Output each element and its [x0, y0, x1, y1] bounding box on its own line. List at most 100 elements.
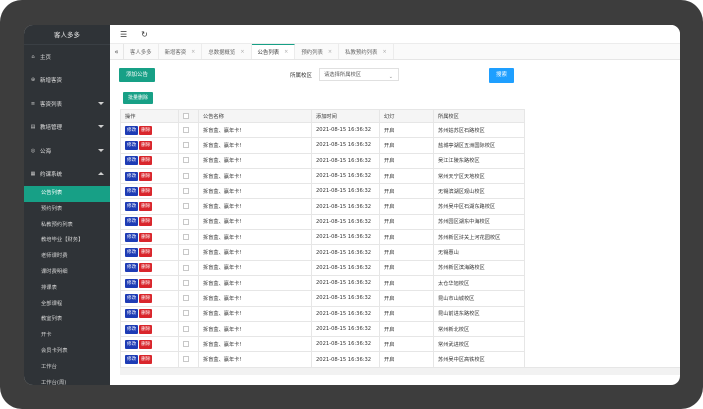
row-select[interactable]: [178, 305, 199, 322]
sidebar-item-5[interactable]: ▦ 约课系统: [24, 163, 110, 187]
row-checkbox[interactable]: [183, 233, 189, 240]
edit-button[interactable]: 修改: [125, 140, 139, 150]
edit-button[interactable]: 修改: [125, 248, 139, 258]
edit-button[interactable]: 修改: [125, 202, 139, 212]
row-select[interactable]: [178, 167, 199, 185]
edit-button[interactable]: 修改: [125, 324, 139, 334]
row-select[interactable]: [178, 259, 199, 276]
row-checkbox[interactable]: [183, 126, 189, 133]
sidebar-item-4[interactable]: ◎ 公海: [24, 139, 110, 163]
delete-button[interactable]: 删除: [139, 140, 153, 150]
row-select[interactable]: [178, 244, 199, 261]
double-chevron-left-icon[interactable]: «: [110, 44, 124, 59]
row-checkbox[interactable]: [183, 142, 189, 149]
sidebar-item-0[interactable]: ⌂ 主页: [24, 45, 110, 69]
sidebar-subitem-8[interactable]: 教室列表: [24, 312, 110, 328]
header-select-all[interactable]: [178, 109, 199, 123]
menu-icon[interactable]: ☰: [120, 30, 127, 39]
tab-3[interactable]: 公告列表 ×: [251, 44, 296, 59]
delete-button[interactable]: 删除: [139, 171, 153, 181]
horizontal-scrollbar[interactable]: [120, 367, 680, 375]
sidebar-subitem-9[interactable]: 开卡: [24, 328, 110, 344]
sidebar-subitem-12[interactable]: 工作台(周): [24, 376, 110, 385]
edit-button[interactable]: 修改: [125, 293, 139, 303]
row-select[interactable]: [178, 229, 199, 246]
row-checkbox[interactable]: [183, 356, 189, 363]
delete-button[interactable]: 删除: [139, 202, 153, 212]
edit-button[interactable]: 修改: [125, 278, 139, 288]
row-select[interactable]: [178, 183, 199, 200]
delete-button[interactable]: 删除: [139, 324, 153, 334]
edit-button[interactable]: 修改: [125, 171, 139, 181]
delete-button[interactable]: 删除: [139, 263, 153, 273]
row-select[interactable]: [178, 198, 199, 215]
delete-button[interactable]: 删除: [139, 186, 153, 196]
close-icon[interactable]: ×: [284, 49, 288, 55]
tab-1[interactable]: 新增客资 ×: [159, 44, 203, 59]
row-checkbox[interactable]: [183, 341, 189, 348]
sidebar-subitem-4[interactable]: 老师课时费: [24, 249, 110, 265]
row-select[interactable]: [178, 320, 199, 338]
edit-button[interactable]: 修改: [125, 263, 139, 273]
close-icon[interactable]: ×: [191, 49, 195, 55]
row-select[interactable]: [178, 274, 199, 292]
sidebar-subitem-1[interactable]: 预约列表: [24, 202, 110, 218]
row-checkbox[interactable]: [183, 264, 189, 271]
row-select[interactable]: [178, 121, 199, 139]
sidebar-item-2[interactable]: ≡ 客资列表: [24, 92, 110, 116]
tab-4[interactable]: 预约列表 ×: [295, 44, 340, 59]
sidebar-item-1[interactable]: ⊕ 新增客资: [24, 69, 110, 93]
close-icon[interactable]: ×: [328, 49, 332, 55]
row-select[interactable]: [178, 290, 199, 307]
edit-button[interactable]: 修改: [125, 339, 139, 349]
select-all-checkbox[interactable]: [183, 112, 189, 119]
row-select[interactable]: [178, 137, 199, 154]
row-checkbox[interactable]: [183, 310, 189, 317]
edit-button[interactable]: 修改: [125, 355, 139, 365]
delete-button[interactable]: 删除: [139, 339, 153, 349]
row-select[interactable]: [178, 351, 199, 367]
edit-button[interactable]: 修改: [125, 217, 139, 227]
sidebar-subitem-3[interactable]: 教培毕业【财务】: [24, 233, 110, 249]
row-select[interactable]: [178, 152, 199, 169]
school-select[interactable]: 请选择所属校区 ⌄: [319, 68, 399, 81]
row-checkbox[interactable]: [183, 157, 189, 164]
sidebar-subitem-6[interactable]: 排课表: [24, 281, 110, 297]
row-checkbox[interactable]: [183, 203, 189, 210]
delete-button[interactable]: 删除: [139, 156, 153, 166]
close-icon[interactable]: ×: [240, 49, 244, 55]
row-checkbox[interactable]: [183, 249, 189, 256]
sidebar-subitem-11[interactable]: 工作台: [24, 360, 110, 376]
batch-delete-button[interactable]: 批量删除: [123, 92, 153, 104]
row-checkbox[interactable]: [183, 172, 189, 179]
add-announcement-button[interactable]: 添加公告: [119, 68, 155, 82]
tab-0[interactable]: 客人多多: [124, 44, 159, 59]
delete-button[interactable]: 删除: [139, 248, 153, 258]
delete-button[interactable]: 删除: [139, 217, 153, 227]
tab-2[interactable]: 总数据概览 ×: [202, 44, 252, 59]
edit-button[interactable]: 修改: [125, 232, 139, 242]
sidebar-subitem-2[interactable]: 私教预约列表: [24, 218, 110, 234]
delete-button[interactable]: 删除: [139, 125, 153, 135]
delete-button[interactable]: 删除: [139, 355, 153, 365]
delete-button[interactable]: 删除: [139, 309, 153, 319]
sidebar-subitem-10[interactable]: 会员卡列表: [24, 344, 110, 360]
edit-button[interactable]: 修改: [125, 125, 139, 135]
row-checkbox[interactable]: [183, 295, 189, 302]
edit-button[interactable]: 修改: [125, 309, 139, 319]
sidebar-subitem-7[interactable]: 全部课程: [24, 297, 110, 313]
row-checkbox[interactable]: [183, 325, 189, 332]
search-button[interactable]: 搜索: [489, 68, 514, 83]
delete-button[interactable]: 删除: [139, 293, 153, 303]
delete-button[interactable]: 删除: [139, 232, 153, 242]
row-select[interactable]: [178, 213, 199, 231]
edit-button[interactable]: 修改: [125, 156, 139, 166]
refresh-icon[interactable]: ↻: [141, 30, 148, 39]
row-checkbox[interactable]: [183, 279, 189, 286]
tab-5[interactable]: 私教预约列表 ×: [339, 44, 394, 59]
row-select[interactable]: [178, 336, 199, 353]
delete-button[interactable]: 删除: [139, 278, 153, 288]
sidebar-item-3[interactable]: ▤ 教培管理: [24, 116, 110, 140]
row-checkbox[interactable]: [183, 188, 189, 195]
row-checkbox[interactable]: [183, 218, 189, 225]
